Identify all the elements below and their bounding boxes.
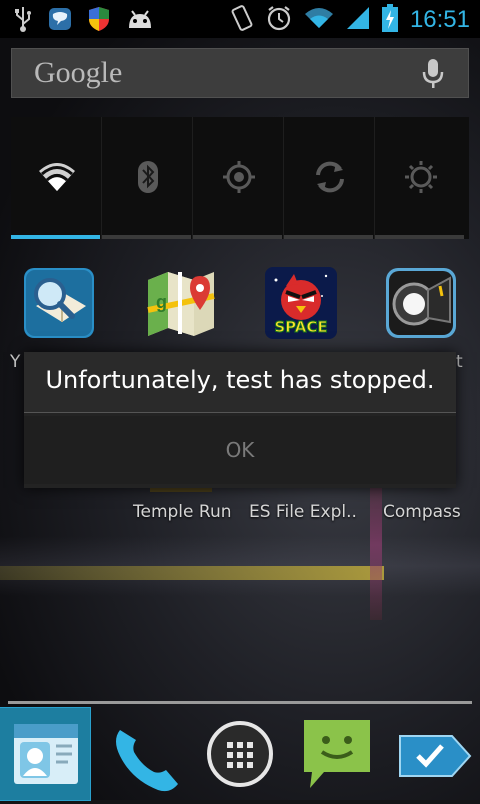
wallpaper-red-streak <box>370 470 382 620</box>
phone-icon <box>98 730 188 804</box>
toggle-gps[interactable] <box>193 117 284 239</box>
crash-dialog-divider <box>24 412 456 413</box>
app-search-book[interactable] <box>22 266 96 340</box>
battery-charging-icon <box>381 4 398 36</box>
ok-button[interactable]: OK <box>24 416 456 484</box>
app-label-compass[interactable]: Compass <box>383 502 461 522</box>
toggle-brightness[interactable] <box>375 117 469 239</box>
crash-dialog-title-area: Unfortunately, test has stopped. <box>24 352 456 412</box>
dock-messaging[interactable] <box>292 708 382 800</box>
dock-app-drawer[interactable] <box>195 708 285 800</box>
status-bar[interactable]: 16:51 <box>0 0 480 38</box>
clock-time: 16:51 <box>409 6 470 33</box>
toggle-sync[interactable] <box>284 117 375 239</box>
dock-phone[interactable] <box>98 708 188 800</box>
app-label-fragment-left: Y <box>10 352 21 372</box>
vibrate-icon <box>230 5 254 35</box>
angry-birds-space-badge-text: SPACE <box>274 318 327 336</box>
maps-icon: g <box>144 272 218 344</box>
toggle-sync-indicator <box>284 235 373 239</box>
chat-bubble-icon <box>48 7 72 35</box>
wallpaper-yellow-streak <box>0 566 384 580</box>
toggle-bluetooth[interactable] <box>102 117 193 239</box>
google-logo: Google <box>34 56 123 89</box>
contacts-icon <box>0 724 90 804</box>
email-tag-icon <box>390 735 480 804</box>
dock-email[interactable] <box>390 708 480 800</box>
app-drawer-icon <box>195 721 285 804</box>
mic-icon[interactable] <box>420 58 446 94</box>
toggle-brightness-indicator <box>375 235 464 239</box>
app-label-fragment-right: t <box>456 352 463 372</box>
svg-text:g: g <box>156 292 167 312</box>
crash-dialog-message: Unfortunately, test has stopped. <box>45 366 435 394</box>
angry-birds-space-icon: SPACE <box>264 267 338 344</box>
toggle-gps-indicator <box>193 235 282 239</box>
app-label-temple-run[interactable]: Temple Run <box>133 502 232 522</box>
dock-contacts[interactable] <box>0 707 91 801</box>
google-search-bar[interactable]: Google <box>11 48 469 98</box>
messaging-icon <box>292 720 382 804</box>
signal-icon <box>346 6 370 34</box>
power-control-widget <box>11 117 469 239</box>
usb-icon <box>14 6 32 36</box>
app-maps[interactable]: g <box>144 266 218 340</box>
flashlight-icon <box>384 268 458 344</box>
wifi-icon <box>304 6 334 34</box>
alarm-icon <box>266 5 292 35</box>
shield-icon <box>88 6 110 36</box>
app-flashlight[interactable] <box>384 266 458 340</box>
app-angry-birds-space[interactable]: SPACE <box>264 266 338 340</box>
app-label-es-file-explorer[interactable]: ES File Expl.. <box>249 502 357 522</box>
android-icon <box>126 8 154 34</box>
toggle-bluetooth-indicator <box>102 235 191 239</box>
crash-dialog: Unfortunately, test has stopped. OK <box>24 352 456 488</box>
toggle-wifi[interactable] <box>11 117 102 239</box>
toggle-wifi-indicator <box>11 235 100 239</box>
search-book-icon <box>22 268 96 344</box>
dock-divider <box>8 701 472 704</box>
